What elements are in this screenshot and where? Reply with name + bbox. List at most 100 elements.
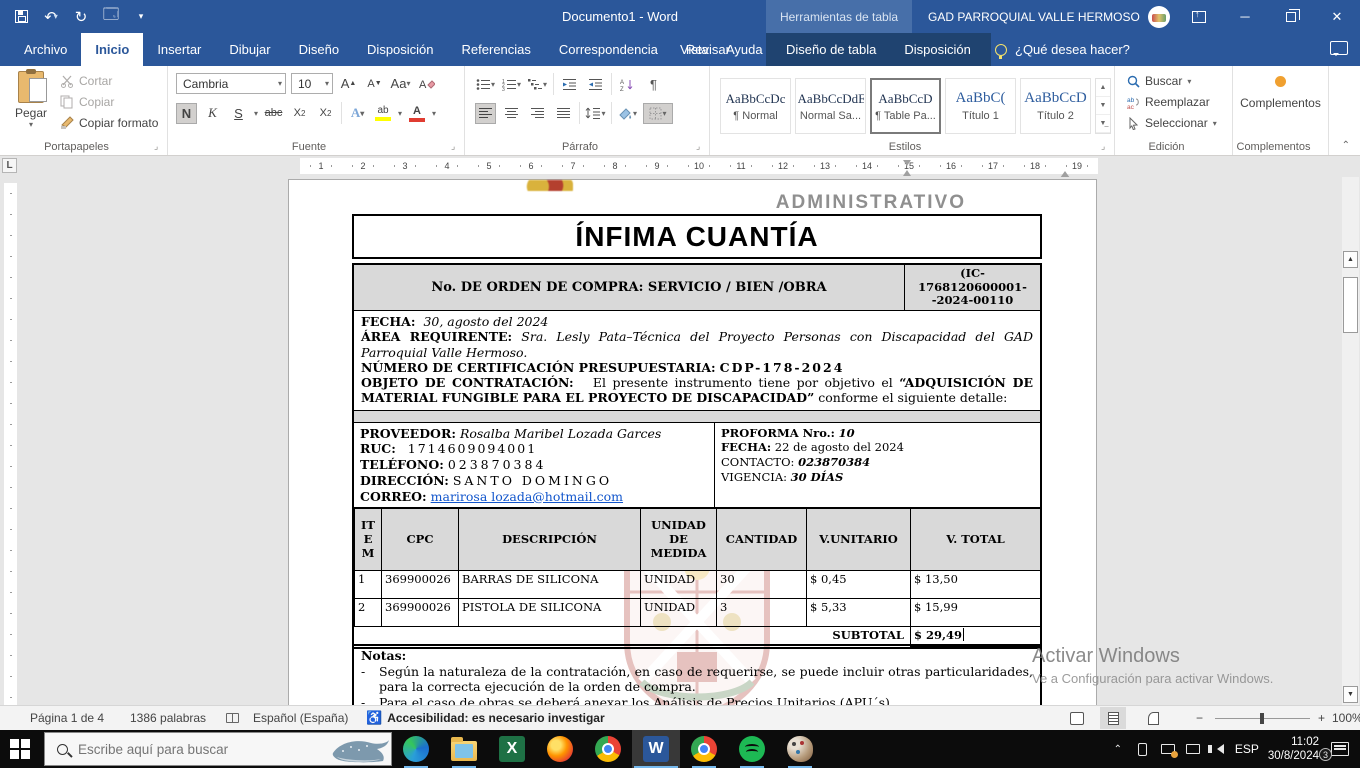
replace-button[interactable]: abac Reemplazar [1127, 95, 1217, 109]
language-indicator[interactable]: Español (España) [253, 706, 348, 730]
supplier-cell[interactable]: PROVEEDOR: Rosalba Maribel Lozada Garces… [354, 423, 715, 508]
order-label-cell[interactable]: No. DE ORDEN DE COMPRA: SERVICIO / BIEN … [354, 265, 905, 310]
subscript-button[interactable]: X2 [289, 103, 310, 124]
tab-archivo[interactable]: Archivo [10, 33, 81, 66]
taskbar-firefox[interactable] [536, 730, 584, 768]
clear-formatting-button[interactable]: A [416, 73, 437, 94]
start-button[interactable] [10, 739, 30, 759]
tab-referencias[interactable]: Referencias [448, 33, 545, 66]
multilevel-list-button[interactable]: ▾ [527, 74, 548, 95]
tray-chevron-icon[interactable]: ⌃ [1110, 741, 1126, 757]
qat-customize-button[interactable]: ▾ [128, 4, 154, 30]
proofing-icon[interactable] [226, 706, 239, 730]
tab-insertar[interactable]: Insertar [143, 33, 215, 66]
zoom-handle[interactable] [1260, 713, 1264, 724]
shading-button[interactable]: ▾ [617, 103, 638, 124]
tab-disposicion[interactable]: Disposición [353, 33, 447, 66]
accessibility-status[interactable]: ♿ Accesibilidad: es necesario investigar [366, 706, 605, 730]
zoom-slider[interactable] [1215, 706, 1310, 730]
chevron-down-icon[interactable]: ▾ [432, 109, 436, 118]
notification-button[interactable]: 3 [1328, 741, 1352, 757]
dialog-launcher-icon[interactable]: ⌟ [154, 141, 164, 151]
copy-button[interactable]: Copiar [60, 95, 158, 109]
highlight-button[interactable]: ab [373, 105, 393, 121]
align-left-button[interactable] [475, 103, 496, 124]
style-titulo-2[interactable]: AaBbCcD Título 2 [1020, 78, 1091, 134]
scroll-up-icon[interactable]: ▲ [1343, 251, 1358, 268]
tab-disposicion-tabla[interactable]: Disposición [890, 33, 984, 66]
text-effects-button[interactable]: A▾ [347, 103, 368, 124]
font-family-combo[interactable]: Cambria▾ [176, 73, 286, 94]
shrink-font-button[interactable]: A▼ [364, 73, 385, 94]
taskbar-word[interactable]: W [632, 730, 680, 768]
tab-dibujar[interactable]: Dibujar [215, 33, 284, 66]
read-mode-button[interactable] [1064, 706, 1090, 730]
style-normal-sa[interactable]: AaBbCcDdE Normal Sa... [795, 78, 866, 134]
contract-info-cell[interactable]: FECHA: 30, agosto del 2024 ÁREA REQUIREN… [354, 311, 1040, 411]
line-spacing-button[interactable]: ▾ [585, 103, 606, 124]
redo-button[interactable]: ↻ [68, 4, 94, 30]
decrease-indent-button[interactable] [559, 74, 580, 95]
show-marks-button[interactable]: ¶ [643, 74, 664, 95]
chevron-down-icon[interactable]: ▾ [398, 109, 402, 118]
word-count[interactable]: 1386 palabras [130, 706, 206, 730]
ribbon-display-options-button[interactable] [1176, 0, 1222, 33]
addins-button[interactable]: Complementos [1233, 76, 1328, 110]
tell-me-box[interactable]: ¿Qué desea hacer? [995, 33, 1130, 66]
superscript-button[interactable]: X2 [315, 103, 336, 124]
minimize-button[interactable]: ─ [1222, 0, 1268, 33]
grow-font-button[interactable]: A▲ [338, 73, 359, 94]
align-center-button[interactable] [501, 103, 522, 124]
taskbar-clock[interactable]: 11:02 30/8/2024 [1268, 735, 1319, 764]
document-page[interactable]: ADMINISTRATIVO ÍNFIMA CUANTÍA No. DE ORD… [288, 179, 1097, 705]
tab-inicio[interactable]: Inicio [81, 33, 143, 66]
underline-button[interactable]: S [228, 103, 249, 124]
taskbar-chrome-profile[interactable] [680, 730, 728, 768]
taskbar-file-explorer[interactable] [440, 730, 488, 768]
search-input[interactable] [78, 742, 329, 757]
taskbar-edge[interactable] [392, 730, 440, 768]
italic-button[interactable]: K [202, 103, 223, 124]
account-area[interactable]: GAD PARROQUIAL VALLE HERMOSO [928, 0, 1170, 33]
sort-button[interactable]: AZ [617, 74, 638, 95]
print-layout-button[interactable] [1100, 706, 1126, 730]
styles-scroll-down-icon[interactable]: ▼ [1096, 97, 1110, 115]
indent-marker[interactable] [903, 160, 912, 176]
font-size-combo[interactable]: 10▾ [291, 73, 333, 94]
tab-diseno[interactable]: Diseño [285, 33, 353, 66]
taskbar-spotify[interactable] [728, 730, 776, 768]
avatar[interactable] [1148, 6, 1170, 28]
taskbar-excel[interactable]: X [488, 730, 536, 768]
taskbar-gimp[interactable] [776, 730, 824, 768]
chevron-down-icon[interactable]: ▾ [254, 109, 258, 118]
style-table-paragraph[interactable]: AaBbCcD ¶ Table Pa... [870, 78, 941, 134]
page-indicator[interactable]: Página 1 de 4 [30, 706, 104, 730]
styles-more-icon[interactable]: ▼̲ [1096, 115, 1110, 133]
cut-button[interactable]: Cortar [60, 74, 158, 88]
change-case-button[interactable]: Aa▾ [390, 73, 411, 94]
device-icon[interactable] [1135, 741, 1151, 757]
style-normal[interactable]: AaBbCcDc ¶ Normal [720, 78, 791, 134]
dialog-launcher-icon[interactable]: ⌟ [696, 141, 706, 151]
scrollbar-thumb[interactable] [1343, 277, 1358, 333]
borders-button[interactable]: ▾ [643, 103, 673, 124]
order-form-table[interactable]: No. DE ORDEN DE COMPRA: SERVICIO / BIEN … [352, 263, 1042, 649]
restore-button[interactable] [1268, 0, 1314, 33]
bullet-list-button[interactable]: ▾ [475, 74, 496, 95]
style-titulo-1[interactable]: AaBbC( Título 1 [945, 78, 1016, 134]
paste-button[interactable]: Pegar ▾ [10, 71, 52, 139]
table-row[interactable]: 2 369900026 PISTOLA DE SILICONA UNIDAD 3… [355, 599, 1041, 627]
display-icon[interactable] [1185, 741, 1201, 757]
proforma-cell[interactable]: PROFORMA Nro.: 10 FECHA: 22 de agosto de… [715, 423, 1040, 508]
items-table[interactable]: ITEM CPC DESCRIPCIÓN UNIDAD DE MEDIDA CA… [354, 508, 1041, 647]
zoom-out-icon[interactable]: − [1196, 706, 1203, 730]
print-preview-button[interactable]: 🗔 [98, 4, 124, 30]
document-title-cell[interactable]: ÍNFIMA CUANTÍA [352, 214, 1042, 259]
horizontal-ruler[interactable]: 12345678910111213141516171819 [300, 158, 1098, 174]
vertical-ruler[interactable] [4, 183, 17, 705]
web-layout-button[interactable] [1140, 706, 1166, 730]
tab-selector[interactable]: L [2, 158, 17, 173]
table-row[interactable]: 1 369900026 BARRAS DE SILICONA UNIDAD 30… [355, 571, 1041, 599]
numbered-list-button[interactable]: 123▾ [501, 74, 522, 95]
increase-indent-button[interactable] [585, 74, 606, 95]
